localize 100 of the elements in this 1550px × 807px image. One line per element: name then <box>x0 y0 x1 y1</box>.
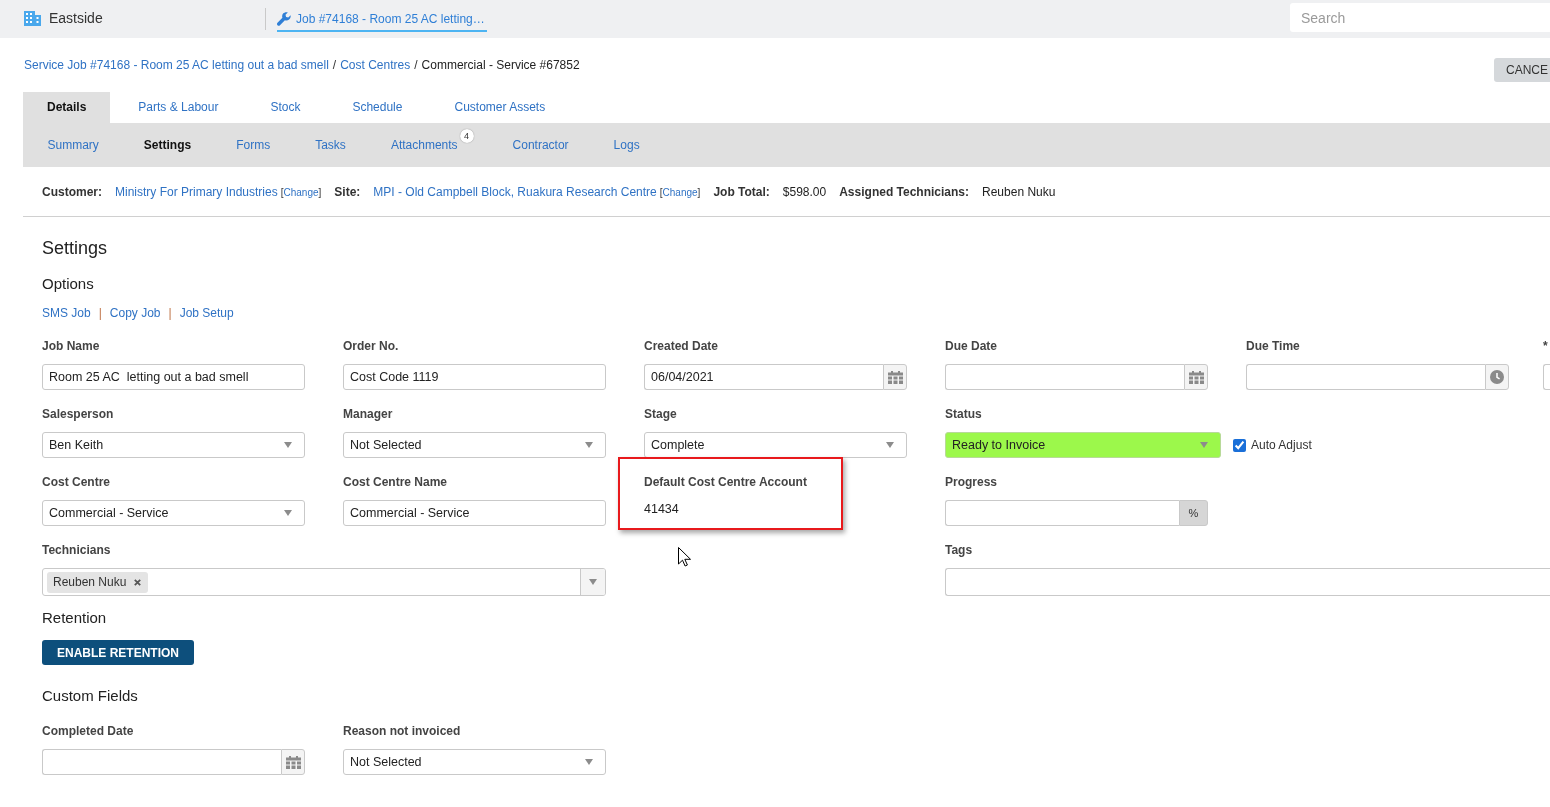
auto-adjust-checkbox[interactable] <box>1233 438 1246 452</box>
info-value: Reuben Nuku <box>982 184 1056 199</box>
field-label: Salesperson <box>42 406 114 422</box>
date-field[interactable] <box>945 364 1184 390</box>
multi-select-field[interactable]: Reuben Nuku <box>42 568 606 596</box>
caret-icon <box>585 442 593 448</box>
field-label: Technicians <box>42 542 111 558</box>
caret-icon <box>585 759 593 765</box>
change-link[interactable]: [Change] <box>659 186 701 198</box>
text-field[interactable] <box>1543 364 1550 390</box>
tab[interactable]: Schedule <box>328 92 427 123</box>
option-link[interactable]: SMS Job <box>42 306 91 320</box>
breadcrumb-current: Commercial - Service #67852 <box>421 58 580 72</box>
option-link[interactable]: Job Setup <box>179 306 234 320</box>
sub-tab[interactable]: Logs <box>591 138 663 152</box>
cancel-button[interactable]: CANCE <box>1494 58 1550 82</box>
progress-field[interactable] <box>945 500 1179 526</box>
option-separator: | <box>98 306 102 320</box>
dropdown[interactable]: Ben Keith <box>42 432 305 458</box>
date-field[interactable] <box>42 749 281 775</box>
field-label: Order No. <box>343 338 399 354</box>
dropdown-toggle[interactable] <box>580 569 605 595</box>
time-field[interactable] <box>1246 364 1485 390</box>
calendar-icon <box>285 755 301 769</box>
calendar-icon <box>1188 370 1204 384</box>
field-label: * <box>1543 338 1548 354</box>
info-link[interactable]: Ministry For Primary Industries <box>115 184 278 199</box>
field-label: Manager <box>343 406 393 422</box>
tab[interactable]: Parts & Labour <box>114 92 243 123</box>
tab[interactable]: Stock <box>246 92 325 123</box>
option-separator: | <box>168 306 172 320</box>
selected-chip[interactable]: Reuben Nuku <box>47 571 149 593</box>
clock-icon <box>1490 370 1504 384</box>
wrench-icon <box>277 12 291 26</box>
field-label: Completed Date <box>42 723 134 739</box>
field-label: Job Name <box>42 338 100 354</box>
status-dropdown[interactable]: Ready to Invoice <box>945 432 1221 458</box>
info-label: Customer: <box>42 184 102 199</box>
tab[interactable]: Details <box>23 92 111 123</box>
count-badge: 4 <box>459 129 474 143</box>
field-label: Status <box>945 406 982 422</box>
field-label: Reason not invoiced <box>343 723 461 739</box>
caret-icon <box>1200 442 1208 448</box>
caret-icon <box>284 442 292 448</box>
calendar-button[interactable] <box>883 364 907 390</box>
location-name: Eastside <box>49 10 103 26</box>
field-label: Created Date <box>644 338 719 354</box>
open-tab[interactable]: Job #74168 - Room 25 AC letting… <box>277 8 487 32</box>
dropdown[interactable]: Not Selected <box>343 749 606 775</box>
calendar-button[interactable] <box>1184 364 1208 390</box>
search-field[interactable]: Search <box>1290 3 1550 32</box>
dropdown[interactable]: Complete <box>644 432 907 458</box>
subsection-heading: Retention <box>42 609 107 627</box>
breadcrumb-link[interactable]: Cost Centres <box>340 58 411 72</box>
field-label: Cost Centre <box>42 474 110 490</box>
tab[interactable]: Customer Assets <box>430 92 570 123</box>
sub-tab[interactable]: Settings <box>121 138 214 152</box>
date-field[interactable]: 06/04/2021 <box>644 364 883 390</box>
sub-tab[interactable]: Contractor <box>490 138 592 152</box>
subsection-heading: Custom Fields <box>42 687 138 705</box>
building-icon <box>24 10 41 26</box>
info-link[interactable]: MPI - Old Campbell Block, Ruakura Research Centre <box>373 184 657 199</box>
dropdown[interactable]: Commercial - Service <box>42 500 305 526</box>
option-link[interactable]: Copy Job <box>109 306 161 320</box>
checkbox-label: Auto Adjust <box>1251 438 1312 452</box>
breadcrumb-separator: / <box>414 58 418 72</box>
info-label: Job Total: <box>713 184 770 199</box>
info-label: Site: <box>334 184 361 199</box>
tags-field[interactable] <box>945 568 1550 596</box>
caret-icon <box>284 510 292 516</box>
change-link[interactable]: [Change] <box>280 186 322 198</box>
field-label: Stage <box>644 406 677 422</box>
cursor-icon <box>678 547 691 567</box>
field-label: Default Cost Centre Account <box>644 474 807 490</box>
sub-tab[interactable]: Tasks <box>292 138 369 152</box>
field-label: Tags <box>945 542 973 558</box>
caret-icon <box>589 579 597 585</box>
field-label: Due Date <box>945 338 997 354</box>
sub-tab[interactable]: Summary <box>25 138 122 152</box>
breadcrumb-separator: / <box>332 58 337 72</box>
breadcrumb-link[interactable]: Service Job #74168 - Room 25 AC letting out a bad smell <box>24 58 329 72</box>
field-label: Progress <box>945 474 998 490</box>
enable-retention-button[interactable]: ENABLE RETENTION <box>42 640 194 665</box>
calendar-icon <box>887 370 903 384</box>
field-label: Due Time <box>1246 338 1300 354</box>
info-value: $598.00 <box>782 184 827 199</box>
sub-tab[interactable]: Forms <box>213 138 293 152</box>
percent-addon: % <box>1179 500 1208 526</box>
clock-button[interactable] <box>1485 364 1509 390</box>
field-value: 41434 <box>644 501 679 518</box>
calendar-button[interactable] <box>281 749 305 775</box>
text-field[interactable]: Room 25 AC letting out a bad smell <box>42 364 305 390</box>
text-field[interactable]: Commercial - Service <box>343 500 606 526</box>
dropdown[interactable]: Not Selected <box>343 432 606 458</box>
close-icon[interactable] <box>134 578 142 586</box>
section-heading: Settings <box>42 237 108 259</box>
subsection-heading: Options <box>42 275 94 293</box>
caret-icon <box>886 442 894 448</box>
field-label: Cost Centre Name <box>343 474 448 490</box>
text-field[interactable]: Cost Code 1119 <box>343 364 606 390</box>
